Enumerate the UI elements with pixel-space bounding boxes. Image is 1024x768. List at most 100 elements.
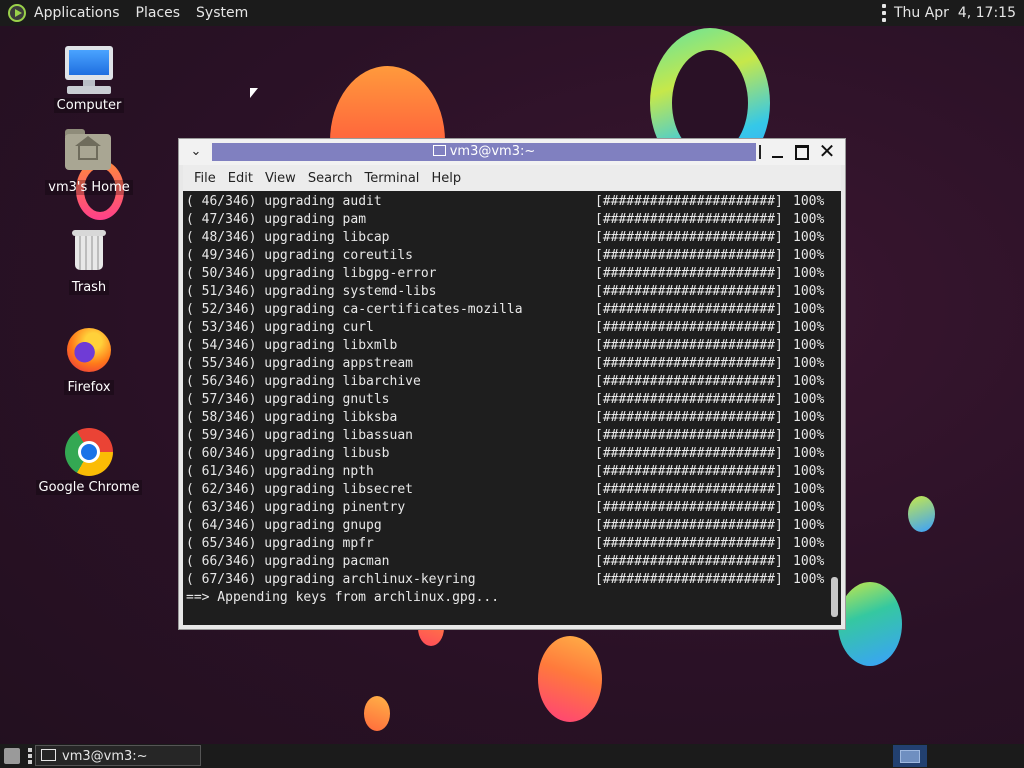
taskbar-item-terminal[interactable]: vm3@vm3:~ bbox=[35, 745, 201, 766]
progress-bar-text: [######################] bbox=[595, 338, 783, 353]
terminal-line: ( 56/346) upgrading libarchive [#########… bbox=[186, 373, 826, 391]
progress-bar-text: [######################] bbox=[595, 464, 783, 479]
show-desktop-icon[interactable] bbox=[4, 748, 20, 764]
terminal-line: ( 59/346) upgrading libassuan [##########… bbox=[186, 427, 826, 445]
terminal-line: ( 51/346) upgrading systemd-libs [#######… bbox=[186, 283, 826, 301]
progress-percent: 100% bbox=[793, 536, 825, 551]
terminal-line: ( 46/346) upgrading audit [##############… bbox=[186, 193, 826, 211]
menu-edit[interactable]: Edit bbox=[227, 171, 254, 186]
progress-bar-text: [######################] bbox=[595, 194, 783, 209]
progress-percent: 100% bbox=[793, 392, 825, 407]
line-text: upgrading systemd-libs bbox=[264, 284, 437, 299]
menu-file[interactable]: File bbox=[193, 171, 217, 186]
progress-percent: 100% bbox=[793, 518, 825, 533]
clock[interactable]: Thu Apr 4, 17:15 bbox=[894, 5, 1016, 21]
desktop-icon-chrome[interactable]: Google Chrome bbox=[34, 426, 144, 495]
line-text: upgrading archlinux-keyring bbox=[264, 572, 476, 587]
line-counter: ( 53/346) bbox=[186, 320, 257, 335]
terminal-menubar: File Edit View Search Terminal Help bbox=[183, 165, 841, 191]
progress-percent: 100% bbox=[793, 464, 825, 479]
progress-percent: 100% bbox=[793, 482, 825, 497]
progress-percent: 100% bbox=[793, 248, 825, 263]
terminal-line: ( 49/346) upgrading coreutils [##########… bbox=[186, 247, 826, 265]
wallpaper-small-blob bbox=[364, 696, 390, 731]
progress-bar-text: [######################] bbox=[595, 302, 783, 317]
line-counter: ( 63/346) bbox=[186, 500, 257, 515]
progress-percent: 100% bbox=[793, 572, 825, 587]
applications-menu[interactable]: Applications bbox=[34, 5, 120, 21]
workspace-switcher[interactable] bbox=[893, 745, 927, 767]
terminal-line: ( 67/346) upgrading archlinux-keyring [##… bbox=[186, 571, 826, 589]
progress-percent: 100% bbox=[793, 212, 825, 227]
menu-terminal[interactable]: Terminal bbox=[363, 171, 420, 186]
progress-percent: 100% bbox=[793, 230, 825, 245]
line-text: upgrading ca-certificates-mozilla bbox=[264, 302, 523, 317]
close-button[interactable]: ✕ bbox=[817, 141, 837, 162]
terminal-last-line: ==> Appending keys from archlinux.gpg... bbox=[186, 590, 500, 605]
progress-percent: 100% bbox=[793, 302, 825, 317]
menu-view[interactable]: View bbox=[264, 171, 297, 186]
bottom-panel: vm3@vm3:~ bbox=[0, 744, 1024, 768]
progress-bar-text: [######################] bbox=[595, 518, 783, 533]
window-title[interactable]: vm3@vm3:~ bbox=[212, 143, 756, 161]
line-text: upgrading mpfr bbox=[264, 536, 374, 551]
desktop-icon-trash[interactable]: Trash bbox=[34, 226, 144, 295]
menu-search[interactable]: Search bbox=[307, 171, 354, 186]
system-menu[interactable]: System bbox=[196, 5, 248, 21]
terminal-line: ( 50/346) upgrading libgpg-error [#######… bbox=[186, 265, 826, 283]
progress-percent: 100% bbox=[793, 320, 825, 335]
line-text: upgrading coreutils bbox=[264, 248, 413, 263]
top-panel: Applications Places System Thu Apr 4, 17… bbox=[0, 0, 1024, 26]
desktop-icon-home[interactable]: vm3's Home bbox=[34, 126, 144, 195]
desktop-icon-firefox[interactable]: Firefox bbox=[34, 326, 144, 395]
line-counter: ( 61/346) bbox=[186, 464, 257, 479]
progress-percent: 100% bbox=[793, 338, 825, 353]
progress-percent: 100% bbox=[793, 266, 825, 281]
taskbar-item-label: vm3@vm3:~ bbox=[62, 749, 148, 764]
line-counter: ( 48/346) bbox=[186, 230, 257, 245]
window-menu-chevron-icon[interactable]: ⌄ bbox=[187, 143, 205, 161]
line-counter: ( 50/346) bbox=[186, 266, 257, 281]
desktop-icon-computer[interactable]: Computer bbox=[34, 44, 144, 113]
line-text: upgrading libusb bbox=[264, 446, 390, 461]
progress-bar-text: [######################] bbox=[595, 356, 783, 371]
distro-logo-icon[interactable] bbox=[8, 4, 26, 22]
menu-help[interactable]: Help bbox=[430, 171, 462, 186]
wallpaper-orange-blob-bottom bbox=[538, 636, 602, 722]
panel-handle-icon[interactable] bbox=[28, 748, 32, 764]
terminal-output[interactable]: ( 46/346) upgrading audit [##############… bbox=[183, 191, 841, 625]
progress-bar-text: [######################] bbox=[595, 374, 783, 389]
progress-bar-text: [######################] bbox=[595, 428, 783, 443]
scrollbar[interactable] bbox=[827, 191, 841, 625]
line-text: upgrading libsecret bbox=[264, 482, 413, 497]
panel-handle-icon[interactable] bbox=[881, 4, 886, 22]
progress-bar-text: [######################] bbox=[595, 320, 783, 335]
scrollbar-thumb[interactable] bbox=[831, 577, 838, 617]
mouse-cursor-icon bbox=[250, 88, 258, 98]
wallpaper-green-blob-small bbox=[908, 496, 935, 532]
desktop-icon-label: Computer bbox=[53, 98, 125, 113]
progress-percent: 100% bbox=[793, 446, 825, 461]
maximize-button[interactable] bbox=[791, 142, 811, 162]
line-text: upgrading gnupg bbox=[264, 518, 382, 533]
progress-percent: 100% bbox=[793, 428, 825, 443]
line-text: upgrading libxmlb bbox=[264, 338, 398, 353]
progress-bar-text: [######################] bbox=[595, 392, 783, 407]
terminal-window: ⌄ vm3@vm3:~ ✕ File Edit View Search Term… bbox=[178, 138, 846, 630]
window-titlebar[interactable]: ⌄ vm3@vm3:~ ✕ bbox=[179, 139, 845, 165]
desktop-icon-label: Google Chrome bbox=[35, 480, 143, 495]
terminal-line: ( 57/346) upgrading gnutls [#############… bbox=[186, 391, 826, 409]
terminal-line: ( 64/346) upgrading gnupg [##############… bbox=[186, 517, 826, 535]
minimize-button[interactable] bbox=[767, 142, 787, 162]
progress-bar-text: [######################] bbox=[595, 482, 783, 497]
line-counter: ( 62/346) bbox=[186, 482, 257, 497]
progress-bar-text: [######################] bbox=[595, 446, 783, 461]
line-counter: ( 54/346) bbox=[186, 338, 257, 353]
progress-percent: 100% bbox=[793, 374, 825, 389]
line-text: upgrading libassuan bbox=[264, 428, 413, 443]
places-menu[interactable]: Places bbox=[136, 5, 181, 21]
progress-bar-text: [######################] bbox=[595, 248, 783, 263]
terminal-line: ( 55/346) upgrading appstream [##########… bbox=[186, 355, 826, 373]
line-text: upgrading libgpg-error bbox=[264, 266, 437, 281]
terminal-line: ( 60/346) upgrading libusb [#############… bbox=[186, 445, 826, 463]
